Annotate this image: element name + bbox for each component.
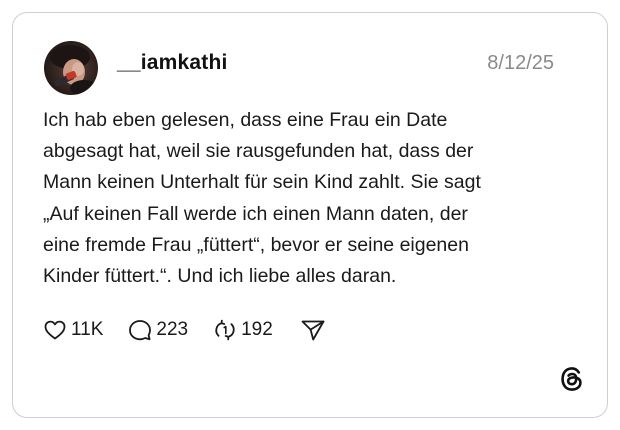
repost-button[interactable]: 192	[213, 318, 273, 342]
action-bar: 11K 223 192	[43, 316, 326, 344]
post-text: Ich hab eben gelesen, dass eine Frau ein…	[43, 109, 481, 288]
paper-plane-icon	[301, 320, 325, 341]
threads-logo-icon[interactable]	[558, 365, 586, 393]
share-button[interactable]	[300, 318, 326, 342]
reply-count: 223	[156, 319, 189, 340]
speech-bubble-icon	[129, 320, 152, 341]
heart-icon	[44, 320, 66, 340]
post-card: __iamkathi 8/12/25 Ich hab eben gelesen,…	[12, 12, 608, 418]
repost-arrows-icon	[215, 319, 235, 341]
avatar-image	[44, 41, 98, 95]
timestamp: 8/12/25	[487, 52, 554, 74]
threads-logo-glyph	[561, 367, 582, 391]
reply-button[interactable]: 223	[128, 318, 188, 342]
repost-count: 192	[241, 319, 273, 340]
like-count: 11K	[71, 319, 104, 340]
like-button[interactable]: 11K	[43, 318, 103, 342]
username[interactable]: __iamkathi	[117, 51, 228, 75]
avatar[interactable]	[44, 41, 98, 95]
